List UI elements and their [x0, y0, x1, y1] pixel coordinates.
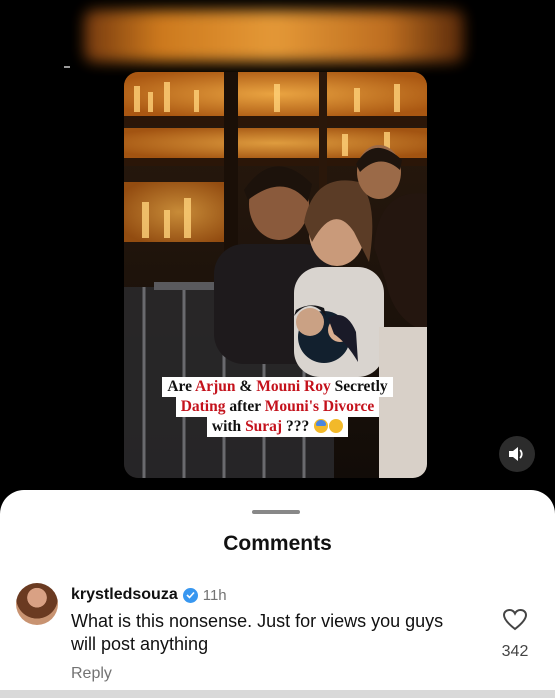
- caption-word: after: [229, 398, 261, 415]
- sheet-grabber-handle[interactable]: [252, 510, 300, 514]
- avatar[interactable]: [16, 583, 58, 625]
- caption-name-mouni: Mouni Roy: [256, 378, 331, 395]
- screaming-face-icon: [314, 419, 329, 433]
- caption-line-2: Dating after Mouni's Divorce: [175, 397, 380, 417]
- video-player[interactable]: Are Arjun & Mouni Roy Secretly Dating af…: [124, 72, 427, 478]
- like-count: 342: [501, 643, 529, 660]
- divider: [64, 66, 70, 68]
- caption-word: ???: [285, 418, 310, 435]
- caption-line-3: with Suraj ???: [206, 417, 349, 437]
- like-button[interactable]: [502, 608, 528, 632]
- sheet-title: Comments: [223, 532, 332, 555]
- caption-name-suraj: Suraj: [245, 418, 283, 435]
- caption-name-arjun: Arjun: [195, 378, 236, 395]
- speaker-icon: [509, 447, 523, 461]
- reply-button[interactable]: Reply: [71, 665, 112, 683]
- comment-text: What is this nonsense. Just for views yo…: [71, 611, 444, 654]
- blurred-header-image: [84, 10, 464, 62]
- caption-word: Are: [167, 378, 193, 395]
- astonished-face-icon: [329, 419, 344, 433]
- caption-word: Secretly: [334, 378, 388, 395]
- caption-word-dating: Dating: [180, 398, 226, 415]
- video-caption: Are Arjun & Mouni Roy Secretly Dating af…: [140, 377, 415, 437]
- caption-line-1: Are Arjun & Mouni Roy Secretly: [162, 377, 393, 397]
- comment-header: krystledsouza 11h: [71, 586, 227, 604]
- verified-badge-icon: [182, 587, 198, 603]
- comment-timestamp: 11h: [202, 586, 227, 604]
- caption-word-divorce: Mouni's Divorce: [264, 398, 375, 415]
- bottom-edge: [0, 690, 555, 698]
- caption-word: with: [211, 418, 242, 435]
- sound-toggle-button[interactable]: [499, 436, 535, 472]
- comment-username[interactable]: krystledsouza: [71, 586, 178, 604]
- caption-word: &: [239, 378, 253, 395]
- heart-icon: [502, 608, 528, 631]
- comments-sheet: Comments krystledsouza 11h What is this …: [0, 490, 555, 698]
